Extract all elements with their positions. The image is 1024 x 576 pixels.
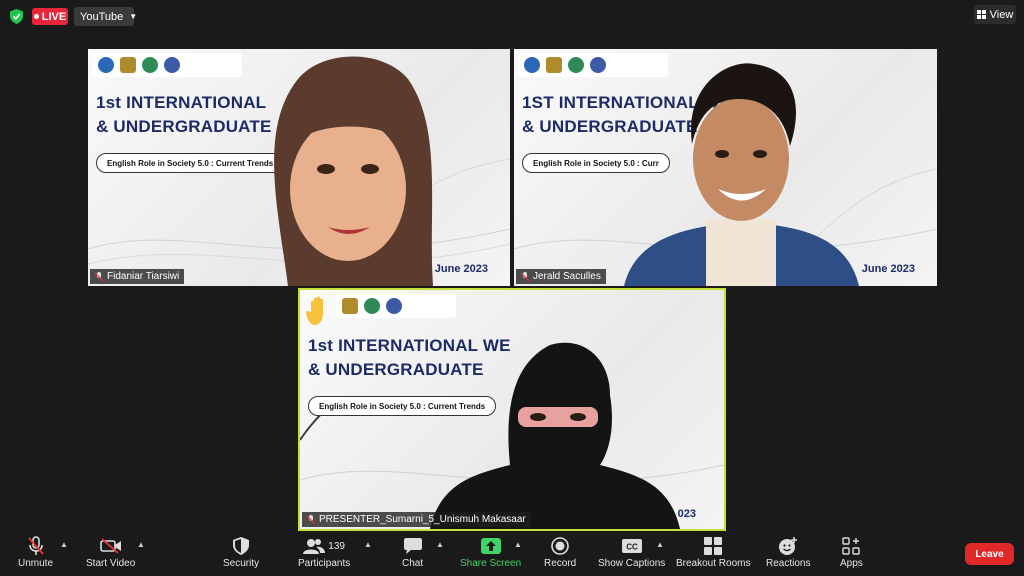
participants-options-caret-icon[interactable]: ▲ xyxy=(364,540,372,549)
breakout-rooms-button[interactable]: Breakout Rooms xyxy=(676,536,750,569)
slide-date: June 2023 xyxy=(861,263,915,275)
unmute-button[interactable]: Unmute xyxy=(18,536,53,569)
participant-name-tag: Fidaniar Tiarsiwi xyxy=(90,269,185,284)
view-label: View xyxy=(989,8,1014,21)
stream-target-label: YouTube xyxy=(80,10,124,23)
chat-options-caret-icon[interactable]: ▲ xyxy=(436,540,444,549)
svg-text:CC: CC xyxy=(626,543,638,552)
live-badge[interactable]: LIVE xyxy=(32,8,68,25)
captions-options-caret-icon[interactable]: ▲ xyxy=(656,540,664,549)
start-video-label: Start Video xyxy=(86,558,136,569)
participant-name: Fidaniar Tiarsiwi xyxy=(107,271,180,282)
participant-name-tag: Jerald Saculles xyxy=(516,269,606,284)
video-tile-fidaniar[interactable]: 1st INTERNATIONAL & UNDERGRADUATE Englis… xyxy=(88,49,510,286)
caret-down-icon: ▼ xyxy=(129,12,138,21)
audio-options-caret-icon[interactable]: ▲ xyxy=(60,540,68,549)
show-captions-label: Show Captions xyxy=(598,558,666,569)
chat-button[interactable]: Chat xyxy=(402,536,423,569)
participant-name-tag: PRESENTER_Sumarni_5_Unismuh Makasaar xyxy=(302,512,531,527)
live-dot-icon xyxy=(33,14,39,19)
participant-video-presenter xyxy=(430,342,680,529)
reactions-button[interactable]: Reactions xyxy=(766,536,810,569)
university-logo-icon xyxy=(524,57,540,73)
chat-icon xyxy=(403,538,422,554)
start-video-button[interactable]: Start Video xyxy=(86,536,135,569)
mic-off-icon xyxy=(95,271,103,281)
raised-hand-icon xyxy=(306,296,323,325)
meeting-toolbar: Unmute ▲ Start Video ▲ Security 139 Part… xyxy=(0,532,1024,576)
record-icon xyxy=(551,537,569,555)
grid-icon xyxy=(976,10,986,19)
apps-icon xyxy=(842,537,861,555)
participant-video-fidaniar xyxy=(274,56,433,286)
security-button[interactable]: Security xyxy=(223,536,259,569)
record-label: Record xyxy=(544,558,577,569)
mic-off-icon xyxy=(307,514,315,524)
sponsor-logos xyxy=(336,294,456,318)
participants-button[interactable]: 139 Participants xyxy=(298,536,350,569)
globe-logo-icon xyxy=(386,298,402,314)
chat-label: Chat xyxy=(402,558,424,569)
breakout-rooms-icon xyxy=(704,537,723,555)
captions-icon: CC xyxy=(621,539,642,553)
shield-icon xyxy=(233,537,250,555)
breakout-rooms-label: Breakout Rooms xyxy=(676,558,751,569)
crest-logo-icon xyxy=(120,57,136,73)
reactions-icon xyxy=(779,537,798,555)
participants-icon xyxy=(303,539,326,554)
crest-logo-icon xyxy=(546,57,562,73)
participant-video-jerald xyxy=(624,63,859,286)
apps-button[interactable]: Apps xyxy=(840,536,863,569)
shield-check-icon[interactable] xyxy=(10,9,23,24)
live-label: LIVE xyxy=(41,10,67,23)
view-button[interactable]: View xyxy=(974,5,1016,24)
participants-label: Participants xyxy=(298,558,351,569)
security-label: Security xyxy=(223,558,260,569)
share-screen-button[interactable]: Share Screen xyxy=(460,536,521,569)
crest-logo-icon xyxy=(342,298,358,314)
mic-muted-icon xyxy=(27,536,44,555)
participants-count: 139 xyxy=(328,540,345,552)
university-logo-icon xyxy=(98,57,114,73)
stream-target-dropdown[interactable]: YouTube ▼ xyxy=(74,7,138,26)
video-options-caret-icon[interactable]: ▲ xyxy=(137,540,145,549)
mic-off-icon xyxy=(521,271,529,281)
apps-label: Apps xyxy=(840,558,863,569)
share-options-caret-icon[interactable]: ▲ xyxy=(514,540,522,549)
video-tile-jerald[interactable]: 1ST INTERNATIONAL WEBINAR & UNDERGRADUAT… xyxy=(514,49,937,286)
ele-logo-icon xyxy=(142,57,158,73)
reactions-label: Reactions xyxy=(766,558,811,569)
video-off-icon xyxy=(99,538,121,554)
share-screen-label: Share Screen xyxy=(460,558,522,569)
globe-logo-icon xyxy=(164,57,180,73)
globe-logo-icon xyxy=(590,57,606,73)
participant-name: Jerald Saculles xyxy=(533,271,601,282)
unmute-label: Unmute xyxy=(18,558,54,569)
ele-logo-icon xyxy=(568,57,584,73)
participant-name: PRESENTER_Sumarni_5_Unismuh Makasaar xyxy=(319,514,526,525)
ele-logo-icon xyxy=(364,298,380,314)
record-button[interactable]: Record xyxy=(544,536,576,569)
share-screen-icon xyxy=(480,538,501,554)
leave-button[interactable]: Leave xyxy=(965,543,1014,565)
video-tile-presenter[interactable]: 1st INTERNATIONAL WE & UNDERGRADUATE Eng… xyxy=(298,288,726,531)
